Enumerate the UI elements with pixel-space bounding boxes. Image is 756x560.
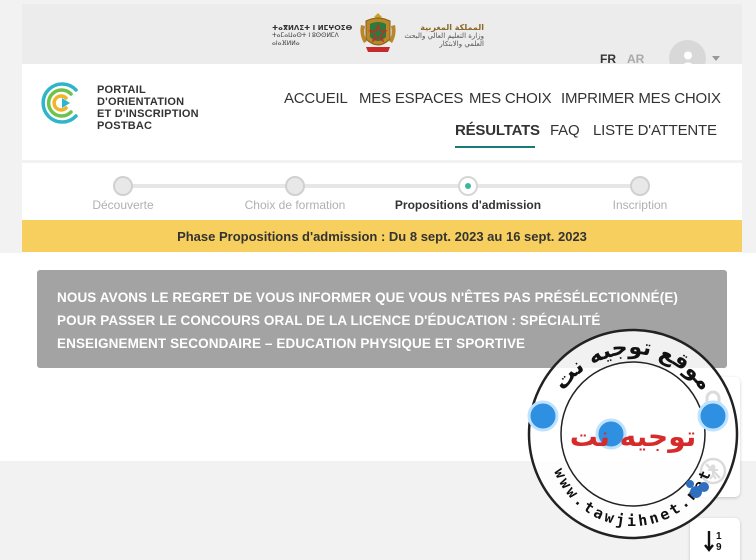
step-dot-decouverte bbox=[113, 176, 133, 196]
ministry-header: ⵜⴰⴳⵍⴷⵉⵜ ⵏ ⵍⵎⵖⵔⵉⴱ ⵜⴰⵎⴰⵡⴰⵙⵜ ⵏ ⵓⵙⵙⵍⵎⴷ ⴰⵏⴰⴼⵍ… bbox=[272, 8, 484, 56]
watermark-badge-left bbox=[527, 400, 559, 432]
portal-title: PORTAIL D'ORIENTATION ET D'INSCRIPTION P… bbox=[97, 84, 199, 132]
step-label-propositions: Propositions d'admission bbox=[394, 198, 542, 212]
watermark-brand: توجيه نت bbox=[570, 420, 697, 453]
step-label-inscription: Inscription bbox=[612, 198, 668, 212]
phase-banner: Phase Propositions d'admission : Du 8 se… bbox=[22, 220, 742, 252]
moroccan-emblem-icon bbox=[360, 13, 396, 52]
progress-track bbox=[123, 184, 640, 188]
ministry-arabic: المملكة المغربية وزارة التعليم العالي وا… bbox=[404, 23, 484, 49]
ministry-tifinagh: ⵜⴰⴳⵍⴷⵉⵜ ⵏ ⵍⵎⵖⵔⵉⴱ ⵜⴰⵎⴰⵡⴰⵙⵜ ⵏ ⵓⵙⵙⵍⵎⴷ ⴰⵏⴰⴼⵍ… bbox=[272, 24, 353, 47]
nav-resultats[interactable]: RÉSULTATS bbox=[455, 122, 540, 139]
nav-mes-espaces[interactable]: MES ESPACES bbox=[359, 90, 463, 107]
step-dot-choix bbox=[285, 176, 305, 196]
nav-imprimer-mes-choix[interactable]: IMPRIMER MES CHOIX bbox=[561, 90, 721, 107]
nav-accueil[interactable]: ACCUEIL bbox=[284, 90, 348, 107]
tawjihnet-watermark: موقع توجيه نت www.tawjihnet.net توجيه نت bbox=[527, 328, 739, 540]
watermark-badge-right bbox=[697, 400, 729, 432]
portal-logo-icon bbox=[41, 82, 78, 124]
nav-active-underline bbox=[455, 146, 535, 148]
step-dot-inscription bbox=[630, 176, 650, 196]
nav-mes-choix[interactable]: MES CHOIX bbox=[469, 90, 552, 107]
step-dot-propositions bbox=[458, 176, 478, 196]
nav-faq[interactable]: FAQ bbox=[550, 122, 580, 139]
step-label-choix: Choix de formation bbox=[244, 198, 346, 212]
chevron-down-icon[interactable] bbox=[712, 56, 720, 61]
result-message-line-1: NOUS AVONS LE REGRET DE VOUS INFORMER QU… bbox=[57, 290, 679, 305]
nav-liste-attente[interactable]: LISTE D'ATTENTE bbox=[593, 122, 717, 139]
step-label-decouverte: Découverte bbox=[92, 198, 154, 212]
main-header: PORTAIL D'ORIENTATION ET D'INSCRIPTION P… bbox=[22, 64, 742, 160]
